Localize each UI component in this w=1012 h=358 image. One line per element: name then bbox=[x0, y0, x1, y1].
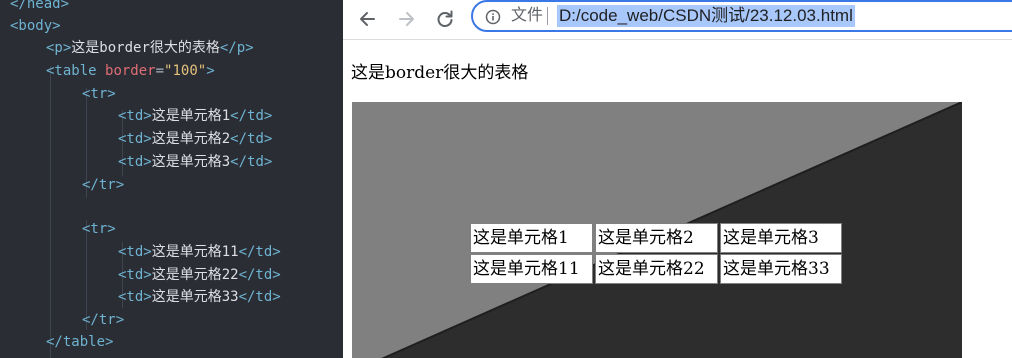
code-token: </td> bbox=[238, 289, 281, 305]
table-cell: 这是单元格22 bbox=[595, 254, 718, 284]
code-line: <tr> bbox=[82, 218, 116, 240]
scheme-label: 文件 bbox=[511, 7, 544, 24]
code-token: </head> bbox=[10, 0, 70, 12]
code-token: border bbox=[105, 63, 156, 79]
code-token: <body> bbox=[10, 18, 61, 34]
reload-button[interactable] bbox=[431, 5, 459, 33]
code-token: </td> bbox=[238, 267, 281, 283]
code-line: </tr> bbox=[82, 309, 124, 331]
code-line: <td>这是单元格11</td> bbox=[118, 241, 281, 263]
code-line: </tr> bbox=[82, 174, 124, 196]
code-line: <body> bbox=[10, 15, 61, 37]
table-cell: 这是单元格3 bbox=[720, 223, 842, 253]
forward-arrow-icon bbox=[399, 12, 414, 26]
code-token: </tr> bbox=[82, 177, 125, 193]
code-token: <tr> bbox=[82, 221, 116, 237]
code-token: <tr> bbox=[82, 86, 116, 102]
code-line: <td>这是单元格2</td> bbox=[118, 128, 272, 150]
code-token: > bbox=[206, 63, 215, 79]
forward-button[interactable] bbox=[392, 5, 420, 33]
url-text[interactable]: D:/code_web/CSDN测试/23.12.03.html bbox=[557, 5, 855, 27]
code-line: <td>这是单元格33</td> bbox=[118, 286, 281, 308]
url-separator bbox=[547, 7, 548, 25]
code-token: <td> bbox=[118, 244, 152, 260]
back-button[interactable] bbox=[354, 5, 382, 33]
browser-window: 文件 D:/code_web/CSDN测试/23.12.03.html 这是bo… bbox=[343, 0, 1012, 358]
table-cell: 这是单元格11 bbox=[470, 254, 593, 284]
table-cell: 这是单元格2 bbox=[595, 223, 718, 253]
code-token: <td> bbox=[118, 154, 152, 170]
back-arrow-icon bbox=[360, 12, 375, 26]
code-token: </td> bbox=[230, 131, 273, 147]
code-token: 这是单元格1 bbox=[151, 108, 231, 124]
page-paragraph: 这是border很大的表格 bbox=[351, 63, 529, 83]
code-token: <td> bbox=[118, 289, 152, 305]
code-token: 这是border很大的表格 bbox=[71, 40, 220, 56]
info-icon[interactable] bbox=[485, 9, 501, 25]
code-token: </p> bbox=[219, 40, 254, 56]
code-line: <td>这是单元格22</td> bbox=[118, 264, 281, 286]
code-token: "100" bbox=[164, 63, 207, 79]
code-token: <td> bbox=[118, 108, 152, 124]
code-token: </td> bbox=[238, 244, 281, 260]
code-line: </table> bbox=[46, 331, 113, 353]
code-line: <p>这是border很大的表格</p> bbox=[46, 37, 254, 59]
table-cell: 这是单元格1 bbox=[470, 223, 593, 253]
bordered-table: 这是单元格1 这是单元格2 这是单元格3 这是单元格11 这是单元格22 这是单… bbox=[352, 102, 962, 358]
code-token: 这是单元格3 bbox=[151, 154, 231, 170]
code-token: 这是单元格33 bbox=[151, 289, 239, 305]
code-line: <td>这是单元格3</td> bbox=[118, 151, 272, 173]
code-line: </head> bbox=[10, 0, 69, 15]
code-token: <table bbox=[46, 63, 106, 79]
code-line: <tr> bbox=[82, 83, 116, 105]
code-editor[interactable]: </head> <body> <p>这是border很大的表格</p> <tab… bbox=[0, 0, 343, 358]
code-token: </td> bbox=[230, 154, 273, 170]
code-token: <p> bbox=[46, 40, 72, 56]
code-line: <td>这是单元格1</td> bbox=[118, 105, 272, 127]
code-token: 这是单元格11 bbox=[151, 244, 239, 260]
code-token: <td> bbox=[118, 267, 152, 283]
address-bar[interactable]: 文件 D:/code_web/CSDN测试/23.12.03.html bbox=[471, 0, 1012, 32]
code-token: <td> bbox=[118, 131, 152, 147]
code-token: = bbox=[155, 63, 165, 79]
code-token: </tr> bbox=[82, 312, 125, 328]
code-line: <table border="100"> bbox=[46, 60, 215, 82]
code-token: </table> bbox=[46, 334, 114, 350]
indent-guide bbox=[50, 66, 51, 358]
browser-toolbar: 文件 D:/code_web/CSDN测试/23.12.03.html bbox=[343, 0, 1012, 40]
code-token: </td> bbox=[230, 108, 273, 124]
code-token: 这是单元格22 bbox=[151, 267, 239, 283]
reload-icon bbox=[437, 10, 453, 27]
code-token: 这是单元格2 bbox=[151, 131, 231, 147]
table-cell: 这是单元格33 bbox=[720, 254, 842, 284]
